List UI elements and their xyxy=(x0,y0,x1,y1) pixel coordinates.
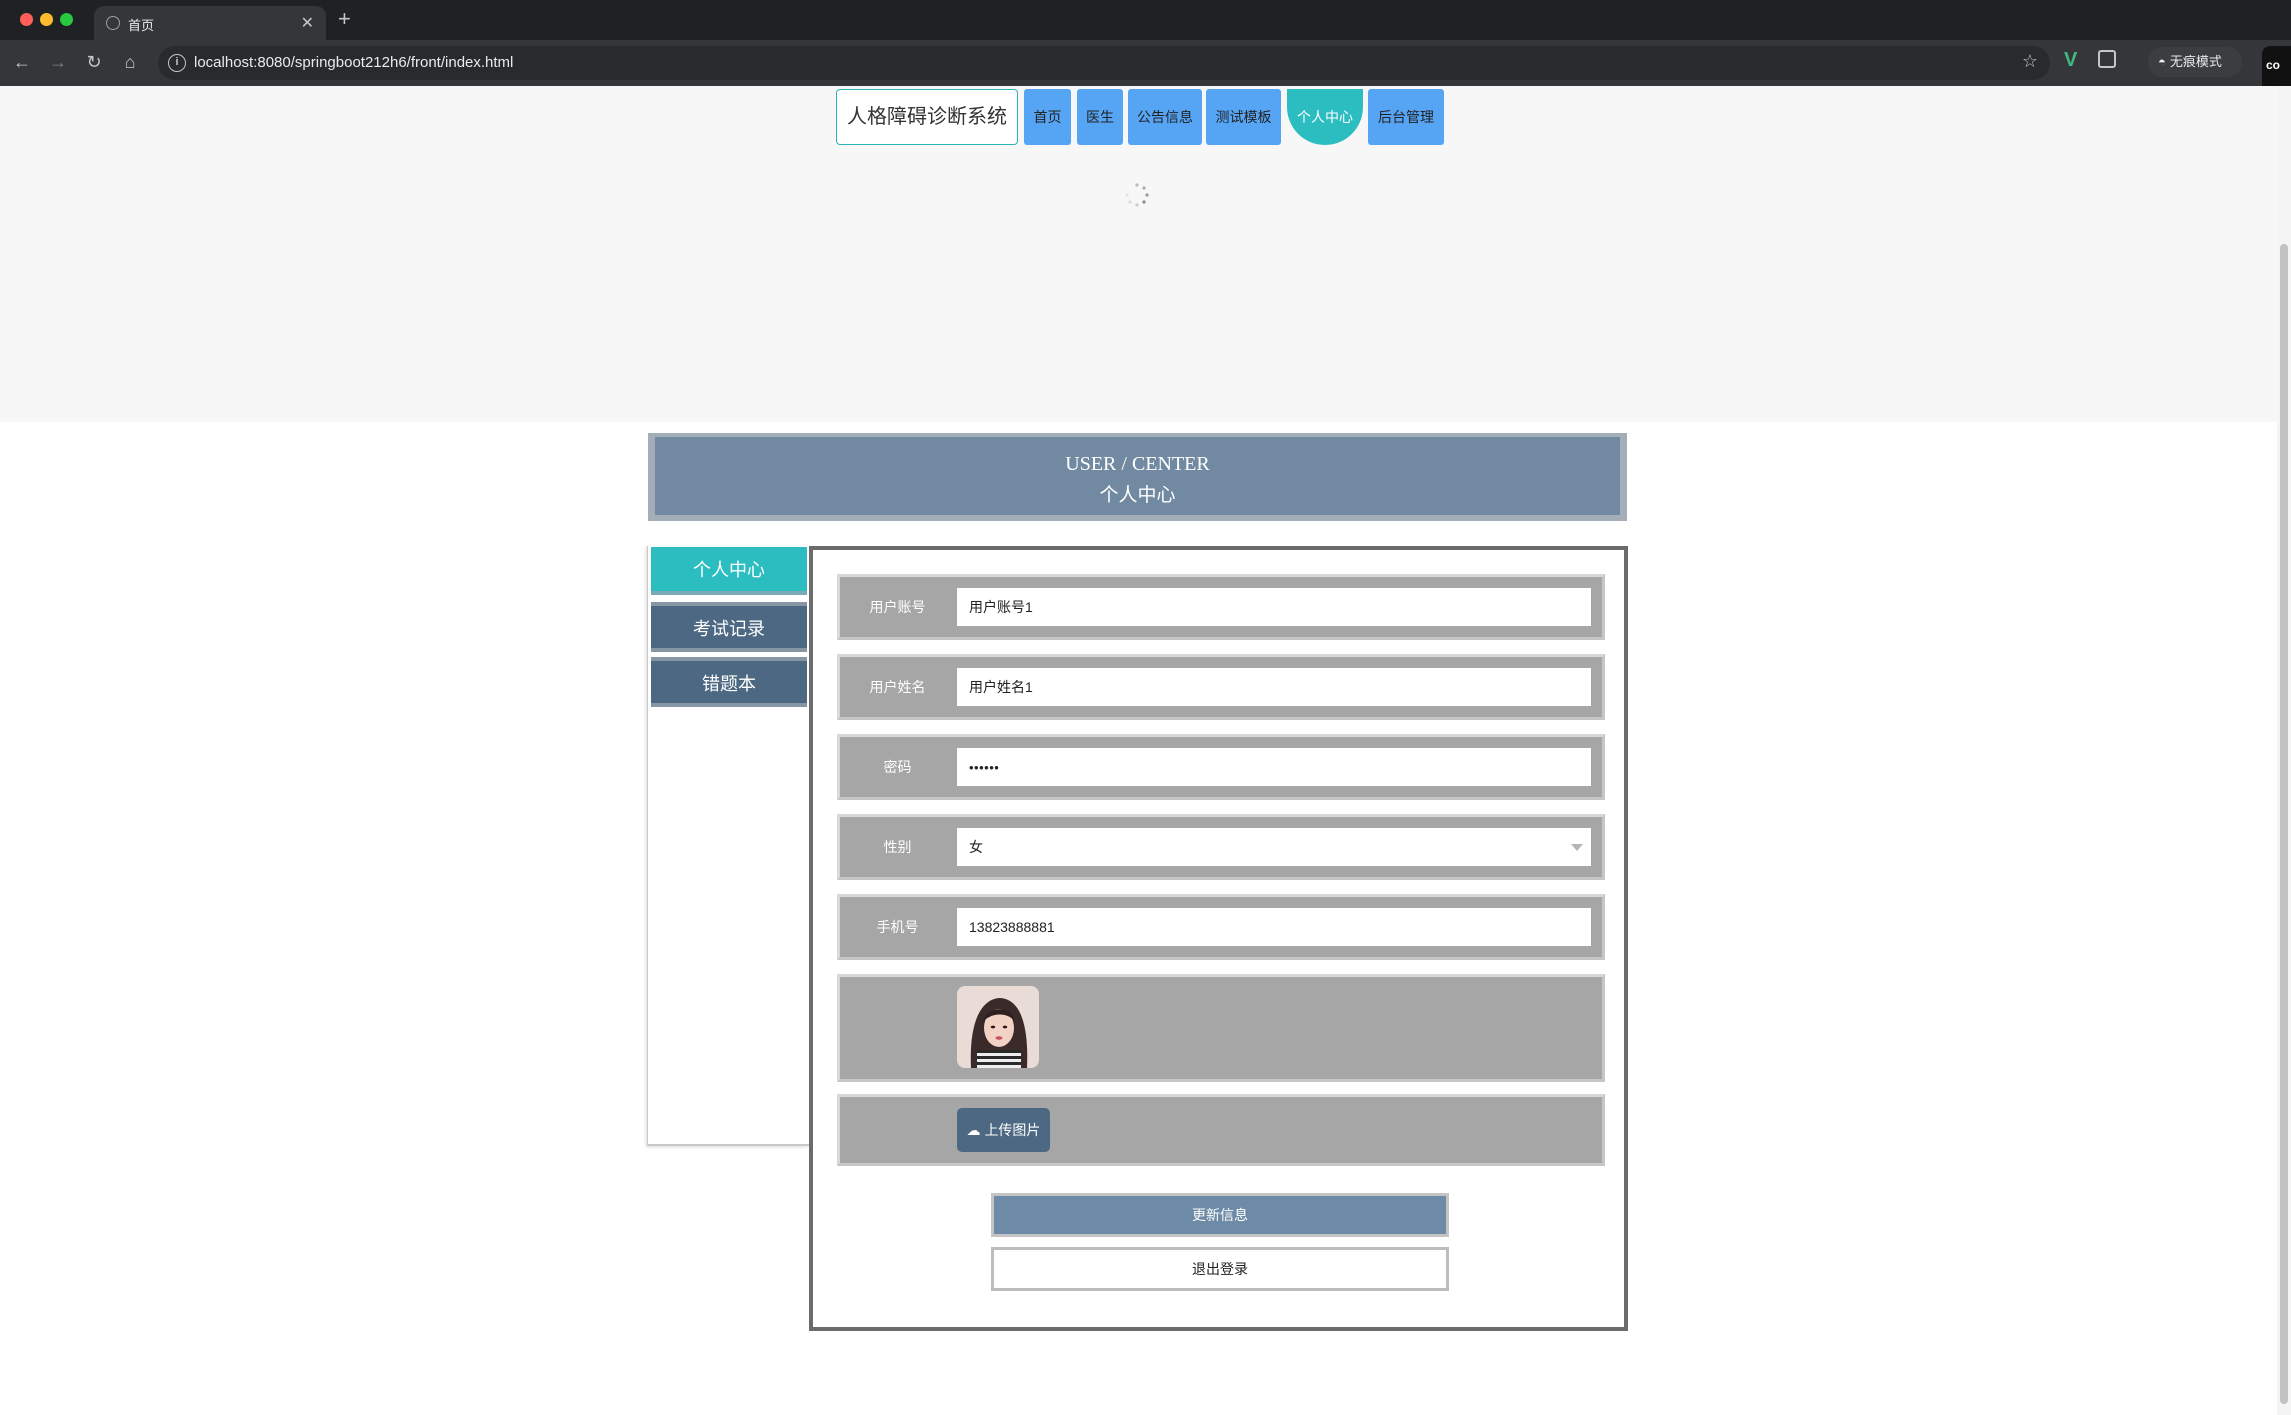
upload-image-button[interactable]: ☁ 上传图片 xyxy=(957,1108,1050,1152)
sidebar-menu: 个人中心 考试记录 错题本 xyxy=(647,546,809,1146)
form-row-phone: 手机号 xyxy=(837,894,1605,960)
name-label: 用户姓名 xyxy=(869,679,926,695)
logout-button[interactable]: 退出登录 xyxy=(991,1247,1449,1291)
form-row-name: 用户姓名 xyxy=(837,654,1605,720)
vue-devtools-extension-icon[interactable]: V xyxy=(2064,49,2077,72)
nav-admin[interactable]: 后台管理 xyxy=(1368,89,1444,145)
scrollbar-thumb[interactable] xyxy=(2280,244,2288,1404)
form-row-account: 用户账号 xyxy=(837,574,1605,640)
upload-image-label: 上传图片 xyxy=(984,1122,1041,1138)
url-text[interactable]: localhost:8080/springboot212h6/front/ind… xyxy=(194,54,513,71)
update-info-button[interactable]: 更新信息 xyxy=(991,1193,1449,1237)
minimize-window-button[interactable] xyxy=(40,13,53,26)
account-label: 用户账号 xyxy=(869,599,926,615)
address-bar[interactable]: i localhost:8080/springboot212h6/front/i… xyxy=(158,46,2050,80)
nav-home[interactable]: 首页 xyxy=(1024,89,1071,145)
form-row-upload: ☁ 上传图片 xyxy=(837,1094,1605,1166)
new-tab-icon[interactable]: + xyxy=(338,6,351,32)
password-input[interactable] xyxy=(957,748,1591,786)
incognito-label: 无痕模式 xyxy=(2169,54,2222,69)
password-label: 密码 xyxy=(883,759,912,775)
incognito-indicator[interactable]: ◓ 无痕模式 xyxy=(2148,47,2242,77)
sidebar-item-wrong-questions[interactable]: 错题本 xyxy=(651,657,807,707)
browser-tab-bar: 首页 ✕ + xyxy=(0,0,2291,40)
side-panel-text: co xyxy=(2266,58,2281,72)
gender-selected-value: 女 xyxy=(969,839,983,855)
forward-icon[interactable]: → xyxy=(46,50,70,74)
bookmark-star-icon[interactable]: ☆ xyxy=(2022,51,2038,72)
browser-toolbar: ← → ↻ ⌂ i localhost:8080/springboot212h6… xyxy=(0,40,2291,86)
close-tab-icon[interactable]: ✕ xyxy=(301,13,314,33)
nav-test-templates[interactable]: 测试模板 xyxy=(1206,89,1281,145)
gender-label: 性别 xyxy=(883,839,912,855)
avatar xyxy=(957,986,1039,1068)
form-row-gender: 性别 女 xyxy=(837,814,1605,880)
form-row-password: 密码 xyxy=(837,734,1605,800)
back-icon[interactable]: ← xyxy=(10,50,34,74)
reload-icon[interactable]: ↻ xyxy=(82,50,106,74)
gender-select[interactable]: 女 xyxy=(957,828,1591,866)
nav-doctor[interactable]: 医生 xyxy=(1077,89,1123,145)
globe-icon xyxy=(106,16,120,30)
user-center-header: USER / CENTER 个人中心 xyxy=(648,433,1627,521)
incognito-icon: ◓ xyxy=(2158,54,2166,69)
cloud-upload-icon: ☁ xyxy=(966,1122,981,1138)
home-icon[interactable]: ⌂ xyxy=(118,50,142,74)
header-english-title: USER / CENTER xyxy=(1065,453,1210,475)
account-input[interactable] xyxy=(957,588,1591,626)
nav-announcements[interactable]: 公告信息 xyxy=(1128,89,1202,145)
extensions-puzzle-icon[interactable] xyxy=(2098,50,2116,68)
maximize-window-button[interactable] xyxy=(60,13,73,26)
page-viewport: 人格障碍诊断系统 首页 医生 公告信息 测试模板 个人中心 后台管理 USER … xyxy=(0,86,2291,1415)
browser-tab[interactable]: 首页 ✕ xyxy=(94,6,326,40)
close-window-button[interactable] xyxy=(20,13,33,26)
phone-input[interactable] xyxy=(957,908,1591,946)
name-input[interactable] xyxy=(957,668,1591,706)
phone-label: 手机号 xyxy=(876,919,919,935)
sidebar-item-user-center[interactable]: 个人中心 xyxy=(651,547,807,595)
chevron-down-icon xyxy=(1571,844,1583,851)
site-title: 人格障碍诊断系统 xyxy=(836,89,1018,145)
page-scrollbar[interactable] xyxy=(2277,86,2291,1415)
loading-spinner-icon xyxy=(1125,183,1149,207)
header-chinese-title: 个人中心 xyxy=(1099,485,1176,506)
tab-title: 首页 xyxy=(128,18,155,33)
site-info-icon[interactable]: i xyxy=(168,54,186,72)
profile-form: 用户账号 用户姓名 密码 性别 女 手机号 xyxy=(809,546,1628,1331)
sidebar-item-exam-records[interactable]: 考试记录 xyxy=(651,602,807,652)
form-row-avatar xyxy=(837,974,1605,1082)
